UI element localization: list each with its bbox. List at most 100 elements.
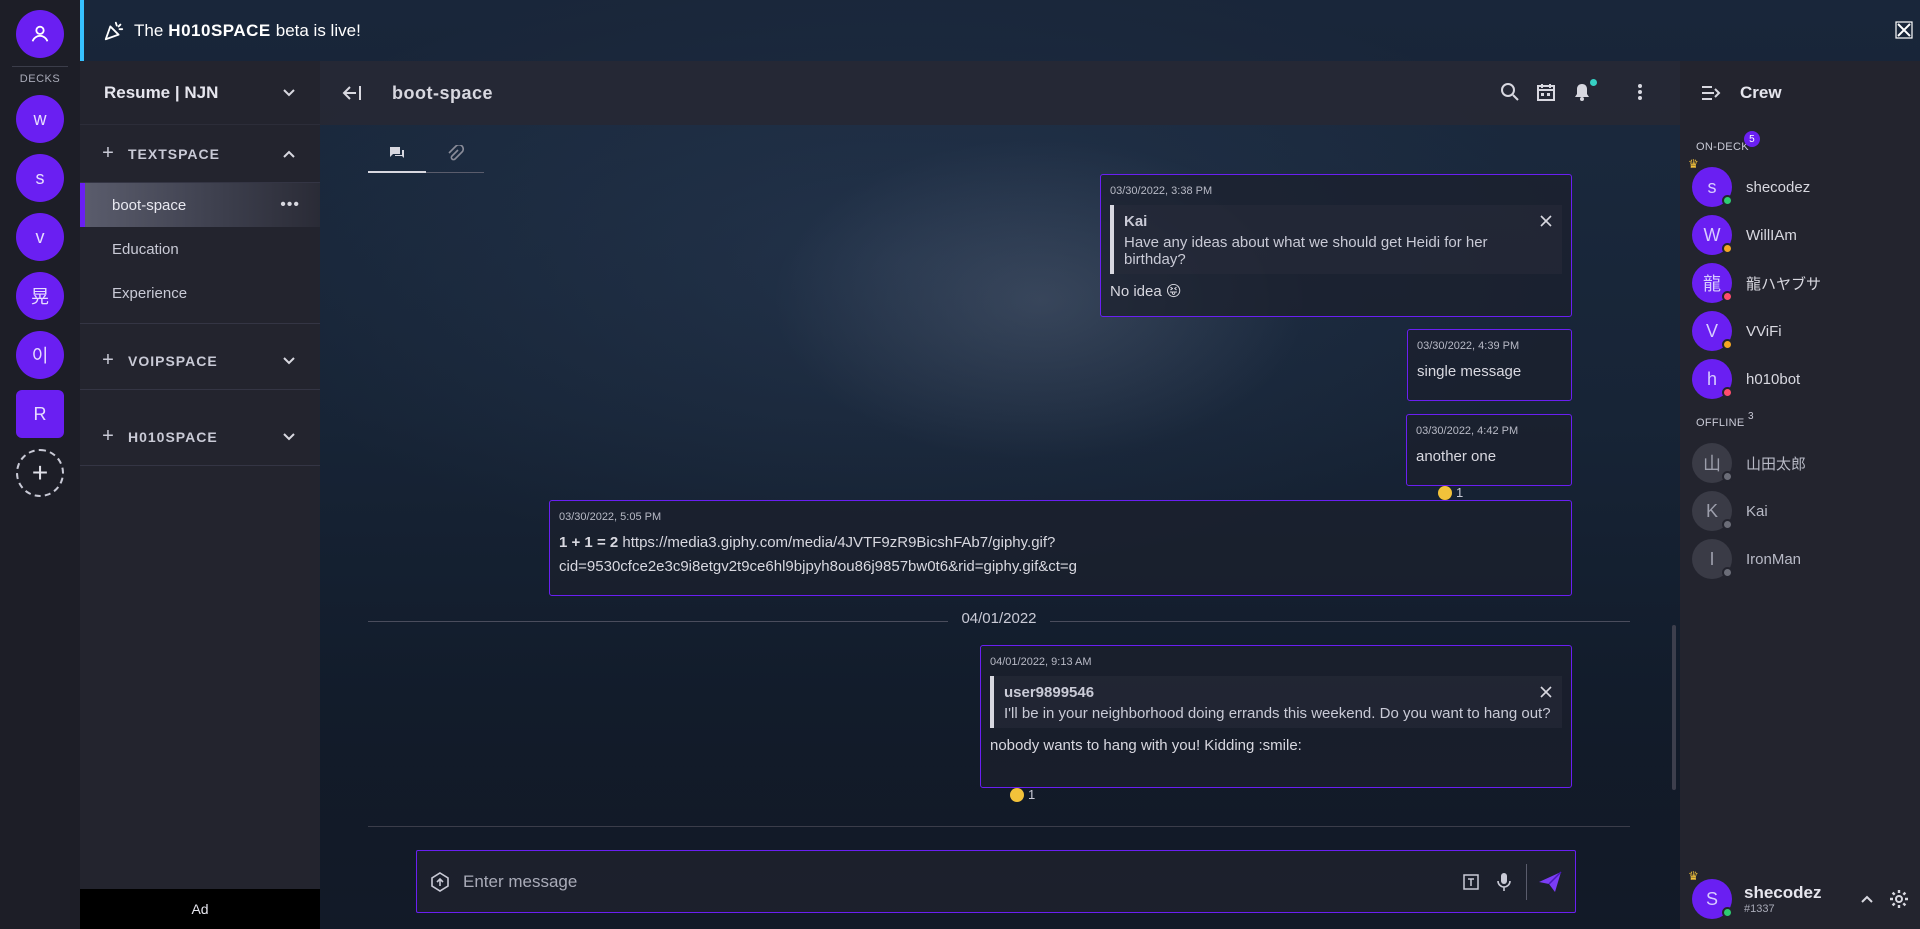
message-link[interactable]: https://media3.giphy.com/media/4JVTF9zR9… [622, 534, 1055, 551]
home-button[interactable] [16, 10, 64, 58]
member-name: VViFi [1746, 322, 1782, 340]
category-h010space[interactable]: + H010SPACE [80, 408, 320, 466]
message-card[interactable]: 03/30/2022, 4:39 PM single message [1407, 329, 1572, 401]
server-w[interactable]: w [16, 95, 64, 143]
settings-gear-icon[interactable] [1888, 888, 1910, 910]
avatar: W [1692, 215, 1733, 255]
message-card[interactable]: 03/30/2022, 5:05 PM 1 + 1 = 2 https://me… [549, 500, 1572, 596]
workspace-header[interactable]: Resume | NJN [80, 61, 320, 125]
avatar-initial: I [1709, 548, 1715, 569]
server-v[interactable]: v [16, 213, 64, 261]
tab-messages[interactable] [368, 135, 426, 173]
crew-title: Crew [1740, 83, 1782, 102]
message-timestamp: 03/30/2022, 5:05 PM [559, 511, 662, 523]
add-channel-icon[interactable]: + [100, 425, 116, 448]
reply-text: Have any ideas about what we should get … [1124, 234, 1488, 268]
reply-author: Kai [1124, 213, 1148, 230]
add-channel-icon[interactable]: + [100, 349, 116, 372]
online-status-icon [1722, 195, 1733, 206]
collapse-crew-icon[interactable] [1700, 84, 1722, 102]
message-card[interactable]: 03/30/2022, 4:42 PM another one [1406, 414, 1572, 486]
crown-icon: ♛ [1688, 869, 1699, 883]
member-item[interactable]: 山 山田太郎 [1680, 439, 1920, 487]
microphone-icon[interactable] [1496, 872, 1512, 892]
message-text: No idea 😝 [1110, 283, 1182, 300]
channel-item-education[interactable]: Education [80, 227, 320, 271]
message-timestamp: 03/30/2022, 4:42 PM [1416, 425, 1519, 437]
current-user-panel: ♛ S shecodez #1337 [1680, 869, 1920, 929]
reaction-badge[interactable]: 1 [1010, 787, 1035, 802]
chevron-down-icon [283, 356, 295, 364]
member-item[interactable]: ♛ s shecodez [1680, 157, 1920, 211]
member-item[interactable]: V VViFi [1680, 307, 1920, 355]
message-input[interactable] [451, 851, 1462, 912]
messages-scrollbar[interactable] [1672, 625, 1676, 790]
message-card[interactable]: 03/30/2022, 3:38 PM Kai Have any ideas a… [1100, 174, 1572, 317]
message-bold-text: 1 + 1 = 2 [559, 534, 619, 551]
member-item[interactable]: h h010bot [1680, 355, 1920, 403]
date-separator-label: 04/01/2022 [961, 610, 1037, 627]
server-resume[interactable]: R [16, 390, 64, 438]
close-banner-icon[interactable] [1894, 20, 1914, 40]
message-timestamp: 04/01/2022, 9:13 AM [990, 656, 1092, 668]
idle-status-icon [1722, 339, 1733, 350]
message-link-continued[interactable]: cid=9530cfce2e3c9i8etgv2t9ce6hl9bjpyh8ou… [559, 558, 1077, 575]
channel-item-experience[interactable]: Experience [80, 271, 320, 315]
category-voipspace[interactable]: + VOIPSPACE [80, 332, 320, 390]
add-channel-icon[interactable]: + [100, 142, 116, 165]
close-reply-icon[interactable] [1540, 686, 1552, 698]
reaction-count: 1 [1456, 485, 1464, 500]
server-korean[interactable]: 이 [16, 331, 64, 379]
on-deck-label: ON-DECK 5 [1680, 131, 1920, 153]
away-status-icon [1722, 243, 1733, 254]
member-item[interactable]: I IronMan [1680, 535, 1920, 583]
chevron-down-icon [283, 88, 295, 96]
on-deck-count-badge: 5 [1744, 131, 1760, 147]
channel-sidebar: Resume | NJN + TEXTSPACE boot-space ••• … [80, 61, 320, 929]
workspace-title: Resume | NJN [104, 82, 219, 102]
message-composer [416, 850, 1576, 913]
channel-item-boot-space[interactable]: boot-space ••• [80, 183, 320, 227]
search-icon[interactable] [1500, 82, 1522, 104]
avatar: h [1692, 359, 1733, 399]
channel-name: Experience [112, 284, 188, 302]
member-name: Kai [1746, 502, 1768, 520]
member-item[interactable]: W WillIAm [1680, 211, 1920, 259]
chevron-up-icon[interactable] [1860, 894, 1874, 904]
ad-slot[interactable]: Ad [80, 889, 320, 929]
notifications-bell-icon[interactable] [1572, 79, 1597, 104]
calendar-icon[interactable] [1536, 82, 1558, 104]
avatar-initial: h [1706, 368, 1717, 389]
member-item[interactable]: 龍 龍ハヤブサ [1680, 259, 1920, 307]
collapse-sidebar-icon[interactable] [342, 84, 364, 102]
add-server-button[interactable]: + [16, 449, 64, 497]
avatar-initial: V [1705, 320, 1718, 341]
member-item[interactable]: K Kai [1680, 487, 1920, 535]
tab-attachments[interactable] [426, 135, 484, 173]
reply-quote: user9899546 I'll be in your neighborhood… [990, 676, 1562, 728]
channel-options-icon[interactable]: ••• [280, 196, 300, 214]
current-user-avatar[interactable]: ♛ S [1688, 869, 1733, 919]
server-kanji[interactable]: 晃 [16, 272, 64, 320]
avatar-initial: K [1705, 500, 1718, 521]
shocked-emoji-icon [1438, 485, 1452, 500]
beta-banner: The H010SPACE beta is live! [80, 0, 1920, 61]
format-text-icon[interactable] [1462, 873, 1480, 891]
message-card[interactable]: 04/01/2022, 9:13 AM user9899546 I'll be … [980, 645, 1572, 788]
reply-author: user9899546 [1004, 684, 1095, 701]
category-textspace[interactable]: + TEXTSPACE [80, 125, 320, 183]
upload-icon[interactable] [429, 871, 451, 893]
online-status-icon [1722, 907, 1733, 918]
more-options-icon[interactable] [1630, 82, 1652, 104]
user-tag: #1337 [1744, 903, 1775, 915]
server-s[interactable]: s [16, 154, 64, 202]
message-text: another one [1416, 448, 1497, 465]
close-reply-icon[interactable] [1540, 215, 1552, 227]
send-icon[interactable] [1537, 870, 1563, 894]
date-separator: 04/01/2022 [368, 610, 1630, 634]
crew-sidebar: Crew ON-DECK 5 ♛ s shecodez W WillIAm 龍 … [1680, 61, 1920, 929]
reaction-badge[interactable]: 1 [1438, 485, 1463, 500]
dnd-status-icon [1722, 387, 1733, 398]
banner-prefix: The [134, 20, 164, 40]
heart-eyes-emoji-icon [1010, 787, 1024, 802]
